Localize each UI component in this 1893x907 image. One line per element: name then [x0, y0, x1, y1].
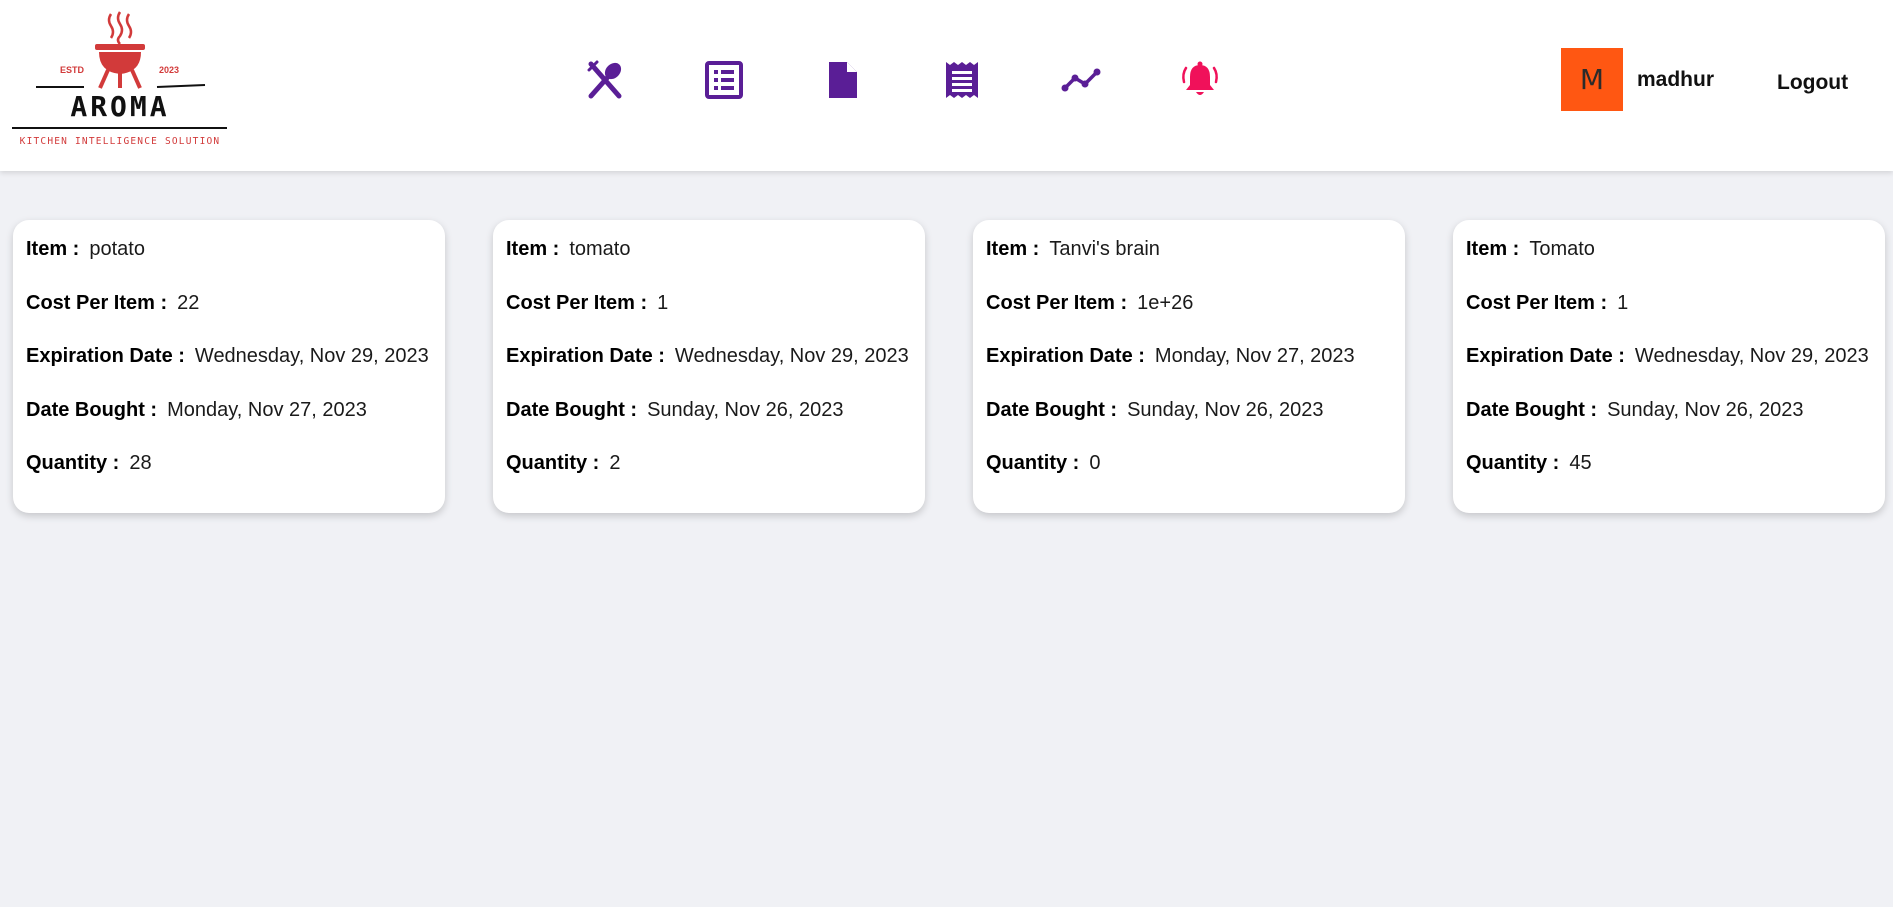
quantity-row: Quantity : 2 — [506, 451, 912, 505]
cost-value: 22 — [177, 291, 200, 314]
logo-estd-text: ESTD — [60, 65, 85, 75]
quantity-row: Quantity : 45 — [1466, 451, 1872, 505]
utensils-icon — [587, 60, 622, 99]
cost-value: 1 — [657, 291, 669, 314]
item-row: Item : Tomato — [1466, 237, 1872, 291]
expiration-row: Expiration Date : Wednesday, Nov 29, 2023 — [506, 344, 912, 398]
inventory-cards: Item : potato Cost Per Item : 22 Expiratio… — [13, 220, 1885, 513]
logout-button[interactable]: Logout — [1777, 71, 1848, 95]
bell-icon — [1182, 61, 1218, 95]
item-row: Item : tomato — [506, 237, 912, 291]
bought-value: Sunday, Nov 26, 2023 — [1607, 398, 1804, 421]
cost-label: Cost Per Item : — [1466, 291, 1608, 314]
quantity-label: Quantity : — [1466, 452, 1560, 474]
avatar[interactable]: M — [1561, 48, 1623, 111]
quantity-label: Quantity : — [26, 452, 120, 474]
user-area: M madhur — [1561, 48, 1714, 111]
item-value: potato — [89, 238, 145, 260]
cost-row: Cost Per Item : 1 — [1466, 291, 1872, 345]
receipt-icon — [946, 62, 978, 98]
expiration-value: Wednesday, Nov 29, 2023 — [674, 345, 909, 367]
nav-document-button[interactable] — [823, 58, 942, 102]
inventory-card: Item : Tanvi's brain Cost Per Item : 1e+26… — [973, 220, 1405, 513]
inventory-card: Item : Tomato Cost Per Item : 1 Expiration… — [1453, 220, 1885, 513]
avatar-initial: M — [1579, 63, 1605, 96]
expiration-value: Monday, Nov 27, 2023 — [1154, 345, 1355, 367]
quantity-value: 28 — [129, 452, 152, 474]
item-label: Item : — [986, 238, 1040, 260]
expiration-row: Expiration Date : Wednesday, Nov 29, 2023 — [26, 344, 432, 398]
cost-row: Cost Per Item : 1 — [506, 291, 912, 345]
quantity-label: Quantity : — [986, 452, 1080, 474]
nav-menu-button[interactable] — [585, 58, 704, 102]
cost-row: Cost Per Item : 22 — [26, 291, 432, 345]
bought-label: Date Bought : — [986, 398, 1118, 421]
cost-label: Cost Per Item : — [986, 291, 1128, 314]
item-label: Item : — [506, 238, 560, 260]
expiration-value: Wednesday, Nov 29, 2023 — [194, 345, 429, 367]
nav-list-button[interactable] — [704, 58, 823, 102]
bought-label: Date Bought : — [1466, 398, 1598, 421]
item-value: tomato — [569, 238, 631, 260]
expiration-row: Expiration Date : Wednesday, Nov 29, 2023 — [1466, 344, 1872, 398]
item-label: Item : — [1466, 238, 1520, 260]
nav-alerts-button[interactable] — [1180, 58, 1299, 102]
nav-receipt-button[interactable] — [942, 58, 1061, 102]
document-icon — [829, 62, 857, 98]
aroma-logo[interactable]: ESTD 2023 AROMA KITCHEN INTELLIGENCE SOL… — [12, 10, 227, 150]
expiration-row: Expiration Date : Monday, Nov 27, 2023 — [986, 344, 1392, 398]
bought-row: Date Bought : Sunday, Nov 26, 2023 — [506, 398, 912, 452]
inventory-card: Item : tomato Cost Per Item : 1 Expiration… — [493, 220, 925, 513]
cost-label: Cost Per Item : — [506, 291, 648, 314]
username: madhur — [1637, 67, 1715, 91]
quantity-row: Quantity : 0 — [986, 451, 1392, 505]
bought-value: Sunday, Nov 26, 2023 — [647, 398, 844, 421]
logo-tagline-text: KITCHEN INTELLIGENCE SOLUTION — [20, 136, 221, 147]
cost-value: 1 — [1617, 291, 1629, 314]
bought-label: Date Bought : — [506, 398, 638, 421]
bought-row: Date Bought : Monday, Nov 27, 2023 — [26, 398, 432, 452]
item-row: Item : potato — [26, 237, 432, 291]
bought-row: Date Bought : Sunday, Nov 26, 2023 — [986, 398, 1392, 452]
trend-line-icon — [1061, 68, 1101, 92]
logo-brand-text: AROMA — [70, 90, 169, 123]
item-label: Item : — [26, 238, 80, 260]
item-row: Item : Tanvi's brain — [986, 237, 1392, 291]
cost-value: 1e+26 — [1137, 291, 1194, 314]
cost-row: Cost Per Item : 1e+26 — [986, 291, 1392, 345]
bought-row: Date Bought : Sunday, Nov 26, 2023 — [1466, 398, 1872, 452]
expiration-label: Expiration Date : — [26, 345, 185, 367]
quantity-label: Quantity : — [506, 452, 600, 474]
grill-logo-icon: ESTD 2023 AROMA KITCHEN INTELLIGENCE SOL… — [12, 11, 227, 147]
bought-value: Sunday, Nov 26, 2023 — [1127, 398, 1324, 421]
quantity-row: Quantity : 28 — [26, 451, 432, 505]
nav-analytics-button[interactable] — [1061, 58, 1180, 102]
item-value: Tanvi's brain — [1049, 238, 1160, 260]
bought-label: Date Bought : — [26, 398, 158, 421]
item-value: Tomato — [1529, 238, 1595, 260]
expiration-label: Expiration Date : — [1466, 345, 1625, 367]
main-nav — [585, 58, 1299, 102]
cost-label: Cost Per Item : — [26, 291, 168, 314]
inventory-card: Item : potato Cost Per Item : 22 Expiratio… — [13, 220, 445, 513]
logo-year-text: 2023 — [159, 65, 179, 75]
quantity-value: 0 — [1089, 452, 1101, 474]
expiration-label: Expiration Date : — [506, 345, 665, 367]
quantity-value: 2 — [609, 452, 621, 474]
bought-value: Monday, Nov 27, 2023 — [167, 398, 367, 421]
list-icon — [705, 61, 743, 99]
expiration-value: Wednesday, Nov 29, 2023 — [1634, 345, 1869, 367]
expiration-label: Expiration Date : — [986, 345, 1145, 367]
top-header: ESTD 2023 AROMA KITCHEN INTELLIGENCE SOL… — [0, 0, 1893, 171]
quantity-value: 45 — [1569, 452, 1592, 474]
